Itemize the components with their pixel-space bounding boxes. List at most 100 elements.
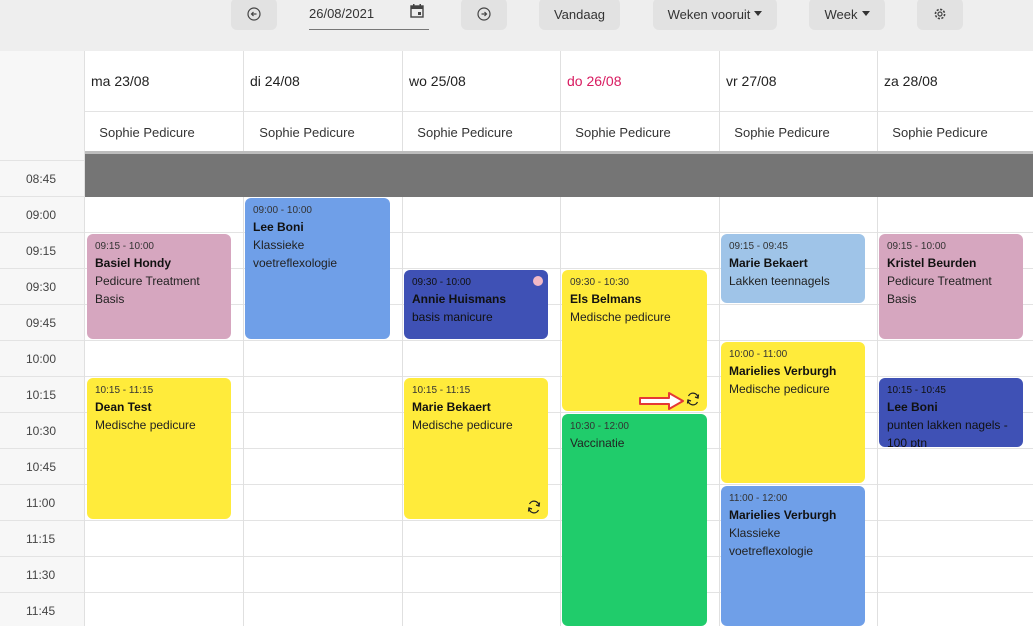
- appointment-time: 10:00 - 11:00: [729, 349, 788, 360]
- time-label: 09:45: [26, 316, 57, 330]
- appointment-card[interactable]: 10:15 - 11:15 Dean Test Medische pedicur…: [87, 378, 231, 519]
- appointment-client: Marie Bekaert: [412, 400, 491, 414]
- time-label: 09:00: [26, 208, 57, 222]
- day-header[interactable]: di 24/08: [244, 51, 402, 111]
- appointment-time: 11:00 - 12:00: [729, 493, 788, 504]
- grid-line: [0, 232, 1033, 233]
- prev-week-button[interactable]: [231, 0, 277, 30]
- staff-header: Sophie Pedicure: [417, 124, 513, 140]
- appointment-time: 09:00 - 10:00: [253, 205, 312, 216]
- status-dot-icon: [533, 276, 543, 286]
- weeks-ahead-label: Weken vooruit: [667, 6, 751, 22]
- grid-line: [0, 376, 1033, 377]
- staff-header: Sophie Pedicure: [734, 124, 830, 140]
- appointment-service: punten lakken nagels - 100 ptn: [887, 418, 1008, 447]
- appointment-time: 09:30 - 10:00: [412, 277, 471, 288]
- grid-line: [0, 520, 1033, 521]
- time-label: 10:15: [26, 388, 57, 402]
- date-value: 26/08/2021: [309, 6, 375, 21]
- toolbar: 26/08/2021 Vandaag Weken vooruit Week: [0, 0, 1033, 51]
- appointment-time: 09:15 - 10:00: [95, 241, 154, 252]
- view-dropdown[interactable]: Week: [809, 0, 885, 30]
- appointment-service: Medische pedicure: [729, 382, 830, 396]
- appointment-service: Vaccinatie: [570, 436, 625, 450]
- settings-button[interactable]: [917, 0, 963, 30]
- appointment-client: Basiel Hondy: [95, 256, 172, 270]
- time-label: 10:30: [26, 424, 57, 438]
- day-header[interactable]: za 28/08: [878, 51, 1033, 111]
- appointment-client: Dean Test: [95, 400, 152, 414]
- appointment-card[interactable]: 11:00 - 12:00 Marielies Verburgh Klassie…: [721, 486, 865, 626]
- appointment-time: 10:15 - 11:15: [95, 385, 154, 396]
- time-label: 11:30: [26, 568, 56, 582]
- appointment-card[interactable]: 09:15 - 10:00 Kristel Beurden Pedicure T…: [879, 234, 1023, 339]
- appointment-client: Marielies Verburgh: [729, 508, 837, 522]
- today-button-label: Vandaag: [553, 6, 606, 22]
- time-label: 11:15: [26, 532, 56, 546]
- staff-header: Sophie Pedicure: [99, 124, 195, 140]
- appointment-client: Els Belmans: [570, 292, 642, 306]
- appointment-time: 09:15 - 09:45: [729, 241, 788, 252]
- appointment-client: Marielies Verburgh: [729, 364, 837, 378]
- time-label: 08:45: [26, 172, 57, 186]
- appointment-card[interactable]: 09:00 - 10:00 Lee Boni Klassieke voetref…: [245, 198, 390, 339]
- closed-time-band: [85, 154, 1033, 197]
- appointment-card[interactable]: 09:30 - 10:30 Els Belmans Medische pedic…: [562, 270, 707, 411]
- appointment-card[interactable]: 10:30 - 12:00 Vaccinatie: [562, 414, 707, 626]
- staff-header: Sophie Pedicure: [892, 124, 988, 140]
- day-header-today[interactable]: do 26/08: [561, 51, 719, 111]
- appointment-client: Marie Bekaert: [729, 256, 808, 270]
- grid-line: [0, 556, 1033, 557]
- grid-line: [0, 592, 1033, 593]
- time-label: 10:00: [26, 352, 57, 366]
- appointment-service: Klassieke voetreflexologie: [253, 238, 338, 270]
- calendar-icon[interactable]: [409, 3, 425, 19]
- appointment-service: Medische pedicure: [412, 418, 513, 432]
- appointment-time: 09:30 - 10:30: [570, 277, 629, 288]
- day-header[interactable]: wo 25/08: [403, 51, 560, 111]
- red-arrow-icon: [639, 392, 684, 410]
- day-header[interactable]: ma 23/08: [85, 51, 243, 111]
- appointment-service: Medische pedicure: [95, 418, 196, 432]
- sync-icon: [527, 500, 541, 514]
- appointment-service: Lakken teennagels: [729, 274, 830, 288]
- appointment-service: Klassieke voetreflexologie: [729, 526, 814, 558]
- weeks-ahead-dropdown[interactable]: Weken vooruit: [653, 0, 777, 30]
- grid-line: [0, 160, 85, 161]
- appointment-service: Pedicure Treatment Basis: [887, 274, 992, 306]
- today-button[interactable]: Vandaag: [539, 0, 620, 30]
- appointment-card[interactable]: 10:15 - 11:15 Marie Bekaert Medische ped…: [404, 378, 548, 519]
- staff-header: Sophie Pedicure: [575, 124, 671, 140]
- time-label: 11:00: [26, 496, 56, 510]
- arrow-right-circle-icon: [477, 7, 491, 21]
- appointment-service: Medische pedicure: [570, 310, 671, 324]
- grid-line: [0, 340, 1033, 341]
- staff-header: Sophie Pedicure: [259, 124, 355, 140]
- appointment-time: 10:30 - 12:00: [570, 421, 629, 432]
- appointment-card[interactable]: 09:15 - 10:00 Basiel Hondy Pedicure Trea…: [87, 234, 231, 339]
- appointment-client: Kristel Beurden: [887, 256, 977, 270]
- day-header[interactable]: vr 27/08: [720, 51, 877, 111]
- appointment-client: Lee Boni: [887, 400, 938, 414]
- appointment-card[interactable]: 09:30 - 10:00 Annie Huismans basis manic…: [404, 270, 548, 339]
- sync-icon: [686, 392, 700, 406]
- gear-icon: [934, 8, 946, 20]
- caret-down-icon: [861, 10, 870, 16]
- time-label: 09:15: [26, 244, 57, 258]
- appointment-card[interactable]: 09:15 - 09:45 Marie Bekaert Lakken teenn…: [721, 234, 865, 303]
- view-label: Week: [824, 6, 858, 22]
- time-label: 11:45: [26, 604, 56, 618]
- appointment-time: 10:15 - 10:45: [887, 385, 946, 396]
- time-label: 10:45: [26, 460, 57, 474]
- appointment-service: Pedicure Treatment Basis: [95, 274, 200, 306]
- appointment-time: 09:15 - 10:00: [887, 241, 946, 252]
- caret-down-icon: [754, 10, 763, 16]
- appointment-service: basis manicure: [412, 310, 493, 324]
- appointment-card[interactable]: 10:00 - 11:00 Marielies Verburgh Medisch…: [721, 342, 865, 483]
- next-week-button[interactable]: [461, 0, 507, 30]
- appointment-card[interactable]: 10:15 - 10:45 Lee Boni punten lakken nag…: [879, 378, 1023, 447]
- appointment-client: Annie Huismans: [412, 292, 507, 306]
- date-input[interactable]: 26/08/2021: [309, 0, 429, 30]
- arrow-left-circle-icon: [247, 7, 261, 21]
- appointment-client: Lee Boni: [253, 220, 304, 234]
